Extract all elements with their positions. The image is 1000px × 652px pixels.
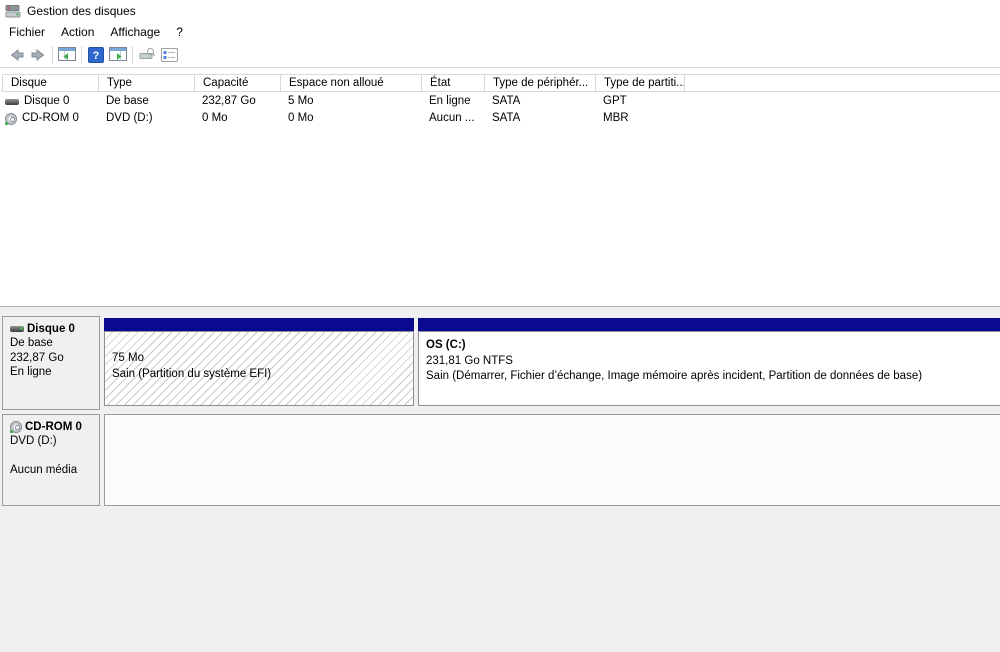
cell-etat: En ligne [429,95,471,107]
cell-etat: Aucun ... [429,112,475,124]
forward-icon[interactable] [27,44,49,66]
menu-action[interactable]: Action [53,23,102,41]
cell-disque: Disque 0 [24,95,70,107]
efi-status: Sain (Partition du système EFI) [112,367,272,380]
column-header-capacite[interactable]: Capacité [195,75,281,91]
action-pane-icon[interactable] [107,44,129,66]
window-title: Gestion des disques [27,4,136,18]
cdrom0-type: DVD (D:) [10,435,57,447]
menu-affichage[interactable]: Affichage [102,23,168,41]
menu-help[interactable]: ? [168,23,191,41]
partition-os-c[interactable]: OS (C:) 231,81 Go NTFS Sain (Démarrer, F… [418,318,1000,406]
partition-efi[interactable]: 75 Mo Sain (Partition du système EFI) [104,318,414,406]
toolbar-separator [132,45,133,64]
cell-capacite: 232,87 Go [202,95,256,107]
toolbar-separator [81,45,82,64]
cell-type: DVD (D:) [106,112,153,124]
column-header-partition[interactable]: Type de partiti... [596,75,685,91]
title-bar: Gestion des disques [0,0,1000,22]
partition-color-band [418,318,1000,331]
cell-espace: 0 Mo [288,112,314,124]
os-capacity: 231,81 Go NTFS [426,354,513,367]
cdrom-icon [5,112,17,125]
cell-disque: CD-ROM 0 [22,112,79,124]
os-name: OS (C:) [426,339,466,351]
cell-partition: GPT [603,95,627,107]
disk0-type: De base [10,337,53,349]
column-header-disque[interactable]: Disque [3,75,99,91]
table-row-disque0[interactable]: Disque 0 De base 232,87 Go 5 Mo En ligne… [2,93,1000,110]
cell-type: De base [106,95,149,107]
menu-fichier[interactable]: Fichier [1,23,53,41]
column-header-peripherique[interactable]: Type de périphér... [485,75,596,91]
drive-tools-icon[interactable] [136,44,158,66]
column-header-filler [685,75,1000,91]
column-header-type[interactable]: Type [99,75,195,91]
disk-icon [10,325,24,332]
disk-management-window: { "window": { "title": "Gestion des disq… [0,0,1000,652]
cell-partition: MBR [603,112,629,124]
console-tree-icon[interactable] [56,44,78,66]
table-row-cdrom0[interactable]: CD-ROM 0 DVD (D:) 0 Mo 0 Mo Aucun ... SA… [2,110,1000,127]
cell-peripherique: SATA [492,112,521,124]
column-header-espace[interactable]: Espace non alloué [281,75,422,91]
toolbar-separator [52,45,53,64]
cdrom-icon [10,420,22,433]
os-status: Sain (Démarrer, Fichier d’échange, Image… [426,370,923,382]
disk0-title: Disque 0 [27,322,75,335]
partition-color-band [104,318,414,331]
disk0-status: En ligne [10,366,52,378]
disk0-capacity: 232,87 Go [10,351,64,364]
menu-bar: Fichier Action Affichage ? [0,22,1000,42]
disk-management-icon [5,4,21,17]
efi-size: 75 Mo [112,352,144,364]
disk0-panel[interactable]: Disque 0 De base 232,87 Go En ligne [2,316,100,410]
disk-list-header: Disque Type Capacité Espace non alloué É… [2,74,1000,92]
toolbar: ? [0,42,1000,68]
cell-capacite: 0 Mo [202,112,228,124]
cdrom0-title: CD-ROM 0 [25,420,82,433]
cdrom0-media-region[interactable] [104,414,1000,506]
disk-icon [5,98,19,105]
back-icon[interactable] [5,44,27,66]
properties-list-icon[interactable] [158,44,180,66]
cdrom0-status: Aucun média [10,463,78,476]
column-header-etat[interactable]: État [422,75,485,91]
help-icon[interactable]: ? [85,44,107,66]
cell-espace: 5 Mo [288,95,314,107]
cdrom0-panel[interactable]: CD-ROM 0 DVD (D:) Aucun média [2,414,100,506]
svg-text:?: ? [93,50,100,62]
cell-peripherique: SATA [492,95,521,107]
